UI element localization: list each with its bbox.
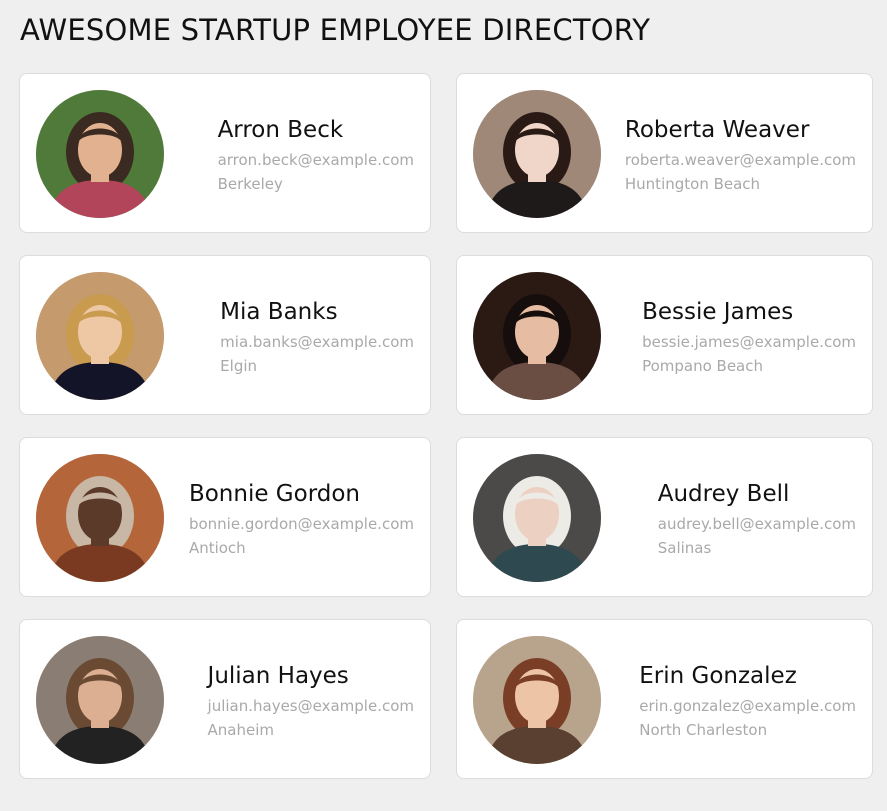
employee-name: Roberta Weaver (624, 117, 810, 143)
employee-email: arron.beck@example.com (217, 151, 414, 169)
page-title: AWESOME STARTUP EMPLOYEE DIRECTORY (20, 13, 651, 47)
employee-email: bonnie.gordon@example.com (188, 515, 414, 533)
employee-email: mia.banks@example.com (220, 333, 414, 351)
employee-email: erin.gonzalez@example.com (639, 697, 856, 715)
employee-name: Arron Beck (217, 117, 344, 143)
employee-name: Erin Gonzalez (639, 663, 797, 689)
employee-city: North Charleston (639, 721, 768, 739)
employee-name: Mia Banks (220, 299, 338, 325)
employee-name: Bessie James (642, 299, 794, 325)
employee-email: roberta.weaver@example.com (624, 151, 856, 169)
employee-city: Elgin (220, 357, 258, 375)
employee-info: Arron Beck arron.beck@example.com Berkel… (218, 112, 414, 196)
employee-email: audrey.bell@example.com (657, 515, 856, 533)
employee-city: Berkeley (217, 175, 283, 193)
employee-info: Bessie James bessie.james@example.com Po… (642, 294, 856, 378)
employee-card[interactable]: Arron Beck arron.beck@example.com Berkel… (19, 73, 431, 233)
employee-info: Erin Gonzalez erin.gonzalez@example.com … (639, 658, 856, 742)
employee-card[interactable]: Roberta Weaver roberta.weaver@example.co… (456, 73, 873, 233)
employee-email: bessie.james@example.com (642, 333, 856, 351)
employee-card[interactable]: Mia Banks mia.banks@example.com Elgin (19, 255, 431, 415)
avatar (36, 90, 164, 218)
avatar (473, 90, 601, 218)
avatar (473, 272, 601, 400)
employee-city: Anaheim (207, 721, 275, 739)
employee-info: Roberta Weaver roberta.weaver@example.co… (625, 112, 856, 196)
employee-city: Salinas (657, 539, 712, 557)
employee-card[interactable]: Bonnie Gordon bonnie.gordon@example.com … (19, 437, 431, 597)
employee-email: julian.hayes@example.com (207, 697, 414, 715)
employee-city: Antioch (188, 539, 246, 557)
employee-info: Mia Banks mia.banks@example.com Elgin (220, 294, 414, 378)
employee-card[interactable]: Audrey Bell audrey.bell@example.com Sali… (456, 437, 873, 597)
avatar (473, 454, 601, 582)
avatar (36, 272, 164, 400)
employee-info: Bonnie Gordon bonnie.gordon@example.com … (189, 476, 414, 560)
employee-name: Julian Hayes (207, 663, 349, 689)
avatar (36, 454, 164, 582)
employee-card[interactable]: Julian Hayes julian.hayes@example.com An… (19, 619, 431, 779)
employee-info: Audrey Bell audrey.bell@example.com Sali… (658, 476, 856, 560)
employee-card[interactable]: Bessie James bessie.james@example.com Po… (456, 255, 873, 415)
employee-card[interactable]: Erin Gonzalez erin.gonzalez@example.com … (456, 619, 873, 779)
avatar (36, 636, 164, 764)
employee-name: Bonnie Gordon (188, 481, 360, 507)
employee-name: Audrey Bell (657, 481, 790, 507)
employee-info: Julian Hayes julian.hayes@example.com An… (208, 658, 414, 742)
employee-city: Huntington Beach (624, 175, 761, 193)
employee-city: Pompano Beach (642, 357, 763, 375)
avatar (473, 636, 601, 764)
